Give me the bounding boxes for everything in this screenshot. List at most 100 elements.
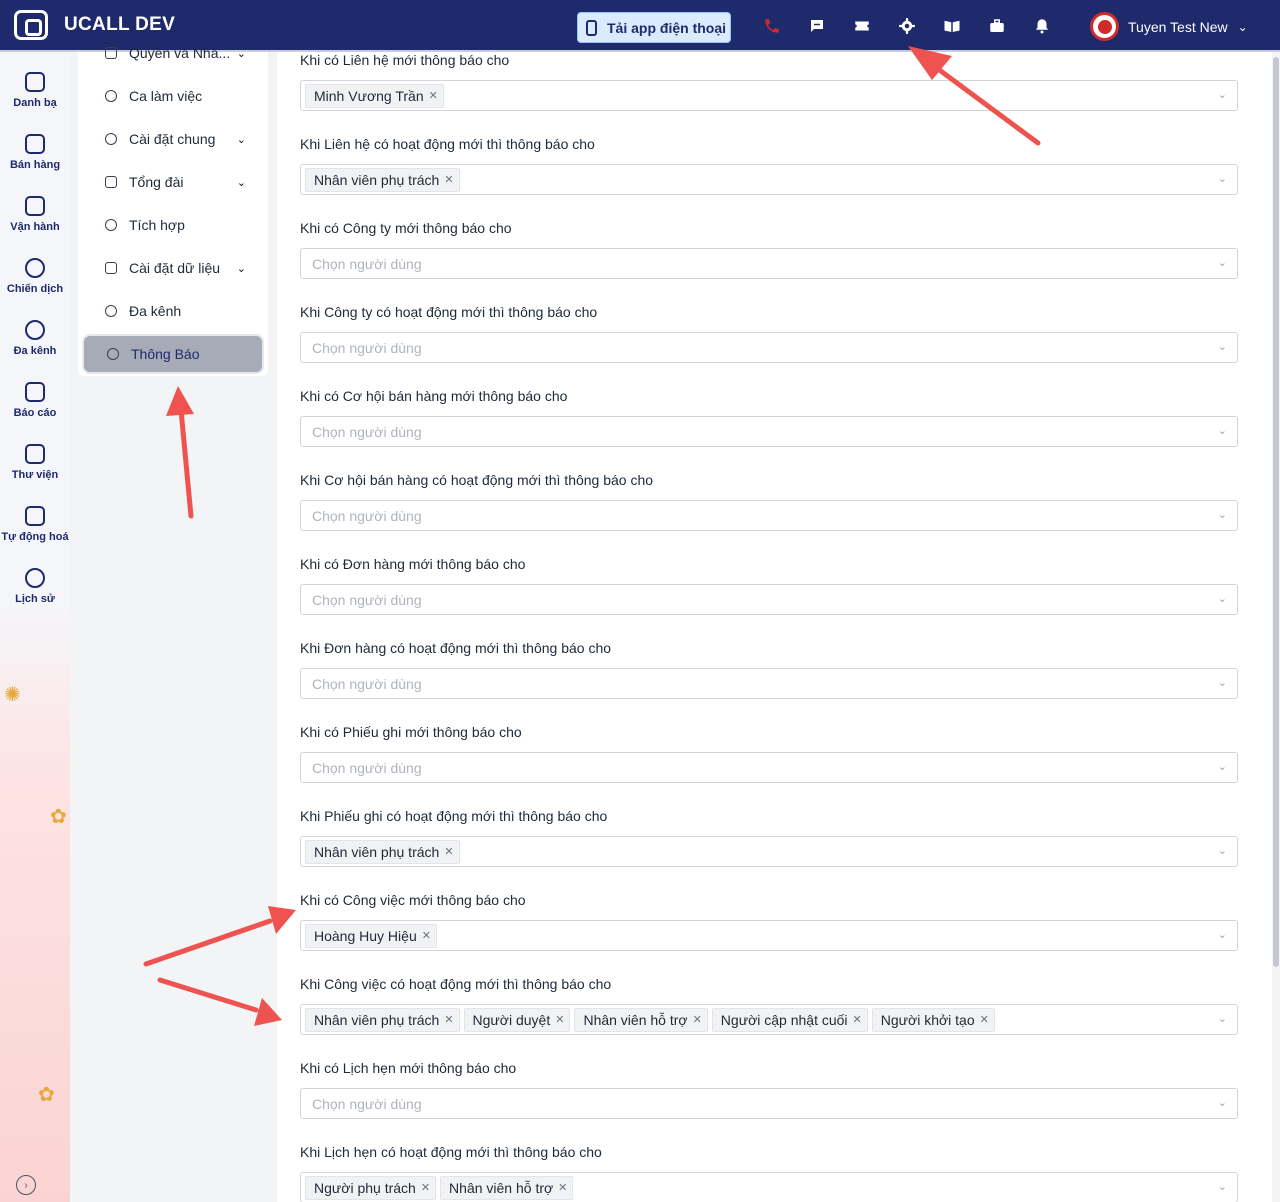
chevron-down-icon[interactable]: ⌄ [1218,844,1227,857]
rail-item-bao-cao[interactable]: Báo cáo [0,382,70,419]
user-multiselect[interactable]: Người phụ trách ✕ Nhân viên hỗ trợ ✕ ⌄ [300,1172,1238,1202]
database-icon [105,262,117,274]
ticket-icon[interactable] [852,16,872,36]
user-multiselect[interactable]: Minh Vương Trần ✕ ⌄ [300,80,1238,111]
user-multiselect[interactable]: Chọn người dùng ⌄ [300,416,1238,447]
submenu-label: Cài đặt dữ liệu [129,260,221,276]
book-icon[interactable] [942,16,962,36]
remove-tag-icon[interactable]: ✕ [693,1013,702,1026]
select-placeholder: Chọn người dùng [312,255,422,272]
bell-icon[interactable] [1032,16,1052,36]
remove-tag-icon[interactable]: ✕ [444,1013,453,1026]
notification-rule-group: Khi Công việc có hoạt động mới thì thông… [300,976,1238,1035]
submenu-item-omnichannel[interactable]: Đa kênh [82,292,264,330]
tag-label: Nhân viên hỗ trợ [449,1179,554,1196]
chevron-down-icon: ⌄ [236,133,246,146]
user-multiselect[interactable]: Chọn người dùng ⌄ [300,584,1238,615]
user-name: Tuyen Test New [1128,18,1228,35]
submenu-item-shifts[interactable]: Ca làm việc [82,77,264,115]
chevron-down-icon: ⌄ [1237,19,1248,34]
remove-tag-icon[interactable]: ✕ [422,929,431,942]
chevron-down-icon[interactable]: ⌄ [1218,1012,1227,1025]
select-placeholder: Chọn người dùng [312,591,422,608]
user-multiselect[interactable]: Chọn người dùng ⌄ [300,248,1238,279]
user-multiselect[interactable]: Nhân viên phụ trách ✕ ⌄ [300,836,1238,867]
expand-sidebar-button[interactable]: › [16,1175,36,1195]
user-multiselect[interactable]: Chọn người dùng ⌄ [300,500,1238,531]
rail-item-chien-dich[interactable]: Chiến dịch [0,258,70,295]
rail-item-tu-dong-hoa[interactable]: Tự động hoá [0,506,70,543]
user-multiselect[interactable]: Nhân viên phụ trách ✕ Người duyệt ✕ Nhân viê… [300,1004,1238,1035]
decorative-flower-icon: ✿ [50,806,67,828]
remove-tag-icon[interactable]: ✕ [980,1013,989,1026]
chevron-down-icon[interactable]: ⌄ [1218,592,1227,605]
remove-tag-icon[interactable]: ✕ [421,1181,430,1194]
rule-label: Khi có Công việc mới thông báo cho [300,892,526,908]
user-multiselect[interactable]: Chọn người dùng ⌄ [300,332,1238,363]
user-multiselect[interactable]: Nhân viên phụ trách ✕ ⌄ [300,164,1238,195]
chevron-down-icon[interactable]: ⌄ [1218,1096,1227,1109]
rule-label: Khi Phiếu ghi có hoạt động mới thì thông… [300,808,608,824]
remove-tag-icon[interactable]: ✕ [558,1181,567,1194]
chevron-down-icon[interactable]: ⌄ [1218,340,1227,353]
gear-icon [105,133,117,145]
user-multiselect[interactable]: Chọn người dùng ⌄ [300,1088,1238,1119]
user-multiselect[interactable]: Chọn người dùng ⌄ [300,668,1238,699]
chevron-down-icon[interactable]: ⌄ [1218,88,1227,101]
rule-label: Khi có Công ty mới thông báo cho [300,220,512,236]
selected-user-tag: Người duyệt ✕ [463,1007,571,1032]
selected-user-tag: Nhân viên hỗ trợ ✕ [440,1175,574,1200]
remove-tag-icon[interactable]: ✕ [444,173,453,186]
rail-item-van-hanh[interactable]: Vận hành [0,196,70,233]
tag-label: Người duyệt [472,1011,551,1028]
chevron-down-icon[interactable]: ⌄ [1218,928,1227,941]
submenu-item-notifications[interactable]: Thông Báo [82,334,264,374]
notification-rule-group: Khi có Công việc mới thông báo cho Hoàng … [300,892,1238,951]
rail-item-lich-su[interactable]: Lịch sử [0,568,70,605]
select-placeholder: Chọn người dùng [312,759,422,776]
briefcase-icon[interactable] [987,16,1007,36]
tag-label: Nhân viên phụ trách [314,1011,440,1028]
submenu-item-data-settings[interactable]: Cài đặt dữ liệu ⌄ [82,249,264,287]
submenu-item-integration[interactable]: Tích hợp [82,206,264,244]
settings-icon[interactable] [897,16,917,36]
history-icon [25,568,45,588]
chevron-down-icon[interactable]: ⌄ [1218,508,1227,521]
phone-icon[interactable] [762,16,782,36]
remove-tag-icon[interactable]: ✕ [429,89,438,102]
remove-tag-icon[interactable]: ✕ [555,1013,564,1026]
chevron-down-icon: ⌄ [236,176,246,189]
library-icon [25,444,45,464]
user-multiselect[interactable]: Chọn người dùng ⌄ [300,752,1238,783]
submenu-item-permissions[interactable]: Quyền và Nhà... ⌄ [82,34,264,72]
chevron-down-icon[interactable]: ⌄ [1218,1180,1227,1193]
chevron-down-icon[interactable]: ⌄ [1218,676,1227,689]
ucall-logo-icon [14,10,48,40]
submenu-item-switchboard[interactable]: Tổng đài ⌄ [82,163,264,201]
submenu-item-general-settings[interactable]: Cài đặt chung ⌄ [82,120,264,158]
scrollbar-thumb[interactable] [1273,57,1279,967]
chevron-down-icon[interactable]: ⌄ [1218,760,1227,773]
user-menu[interactable]: Tuyen Test New ⌄ [1090,12,1248,41]
notification-rule-group: Khi có Phiếu ghi mới thông báo cho Chọn n… [300,724,1238,783]
selected-user-tag: Người cập nhật cuối ✕ [711,1007,868,1032]
rail-item-da-kenh[interactable]: Đa kênh [0,320,70,357]
rail-item-danh-ba[interactable]: Danh bạ [0,72,70,109]
rail-item-thu-vien[interactable]: Thư viện [0,444,70,481]
user-multiselect[interactable]: Hoàng Huy Hiệu ✕ ⌄ [300,920,1238,951]
chat-icon[interactable] [807,16,827,36]
selected-user-tag: Hoàng Huy Hiệu ✕ [305,923,437,948]
remove-tag-icon[interactable]: ✕ [444,845,453,858]
rail-item-ban-hang[interactable]: Bán hàng [0,134,70,171]
chevron-down-icon[interactable]: ⌄ [1218,424,1227,437]
chevron-down-icon[interactable]: ⌄ [1218,172,1227,185]
decorative-flower-icon: ✿ [38,1084,55,1106]
remove-tag-icon[interactable]: ✕ [853,1013,862,1026]
download-app-button[interactable]: Tải app điện thoại [577,12,731,43]
chevron-down-icon: ⌄ [236,262,246,275]
scrollbar[interactable] [1272,52,1280,1202]
chevron-down-icon[interactable]: ⌄ [1218,256,1227,269]
chevron-right-icon: › [24,1179,28,1191]
users-icon [105,47,117,59]
rule-label: Khi có Đơn hàng mới thông báo cho [300,556,526,572]
